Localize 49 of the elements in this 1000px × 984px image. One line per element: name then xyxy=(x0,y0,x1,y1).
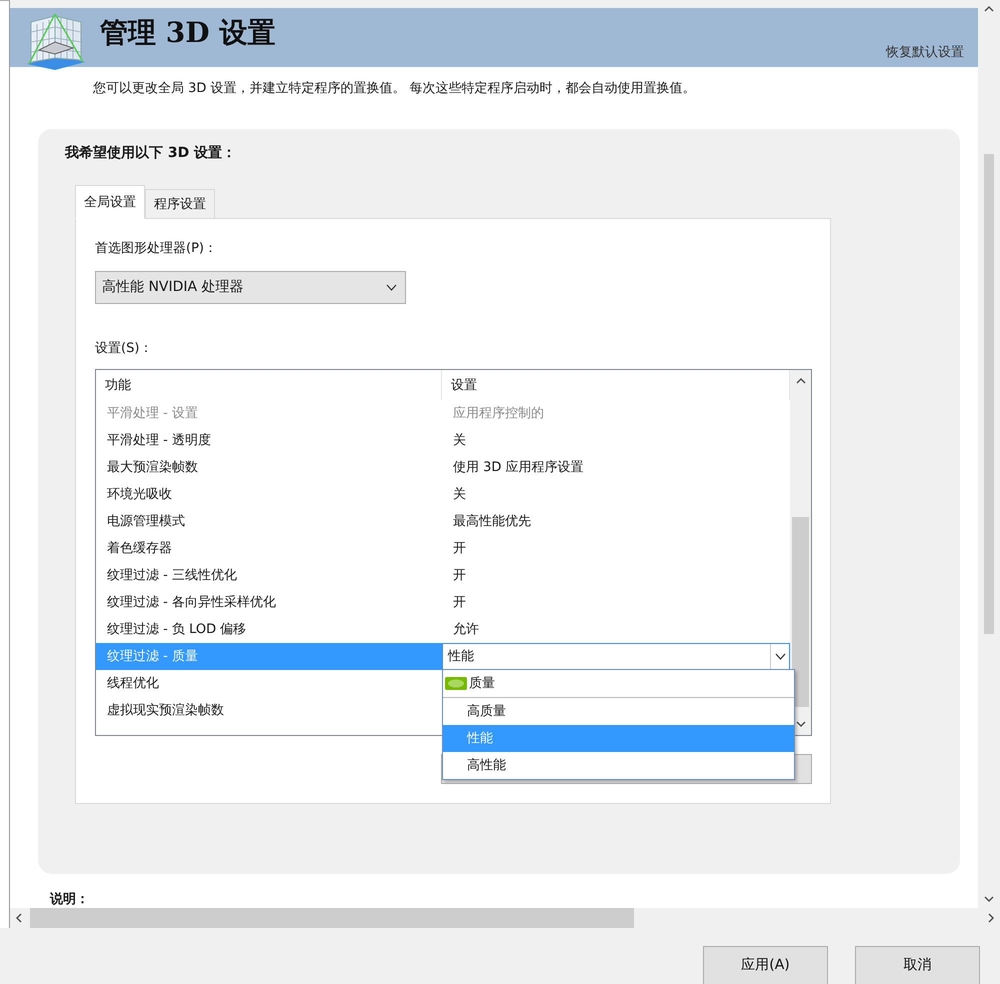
processor-select[interactable]: 高性能 NVIDIA 处理器 xyxy=(95,270,406,304)
tab[interactable]: 全局设置 xyxy=(75,184,145,219)
eye-logo-icon xyxy=(445,676,467,690)
settings-label: 设置(S)： xyxy=(95,340,154,357)
processor-label: 首选图形处理器(P)： xyxy=(95,240,218,257)
setting-cell-text: 最高性能优先 xyxy=(452,513,532,532)
feature-cell[interactable]: 纹理过滤 - 各向异性采样优化 xyxy=(96,588,442,616)
feature-cell[interactable]: 电源管理模式 xyxy=(96,508,442,535)
feature-cell[interactable]: 线程优化 xyxy=(96,670,442,697)
notes-label: 说明： xyxy=(50,891,90,908)
dropdown-option[interactable]: 高质量 xyxy=(443,698,794,725)
dialog-button[interactable]: 应用(A) xyxy=(703,946,828,984)
scroll-left-icon[interactable] xyxy=(14,913,24,923)
setting-cell-text: 允许 xyxy=(452,621,480,640)
setting-cell-text: 关 xyxy=(452,486,467,504)
scroll-up-icon[interactable] xyxy=(796,376,806,386)
scroll-down-icon[interactable] xyxy=(984,894,994,904)
caret-icon xyxy=(774,652,786,660)
caret-icon xyxy=(386,284,397,291)
restore-defaults-link[interactable]: 恢复默认设置 xyxy=(886,42,964,61)
dialog-button[interactable]: 取消 xyxy=(855,946,980,984)
scroll-down-icon[interactable] xyxy=(796,718,806,729)
card-heading: 我希望使用以下 3D 设置： xyxy=(65,144,238,162)
feature-cell[interactable]: 纹理过滤 - 三线性优化 xyxy=(96,562,442,589)
scroll-thumb[interactable] xyxy=(30,908,634,928)
cube-grid-icon xyxy=(25,12,87,72)
feature-cell[interactable]: 虚拟现实预渲染帧数 xyxy=(96,696,442,724)
dropdown-option[interactable]: 高性能 xyxy=(443,752,794,779)
feature-cell[interactable]: 纹理过滤 - 负 LOD 偏移 xyxy=(96,616,442,643)
scroll-thumb[interactable] xyxy=(792,517,809,708)
setting-cell-text: 开 xyxy=(452,567,467,586)
dropdown-option[interactable]: 质量 xyxy=(443,670,794,698)
setting-cell-text: 关 xyxy=(452,432,467,450)
scroll-right-icon[interactable] xyxy=(986,913,996,923)
setting-cell-text: 应用程序控制的 xyxy=(452,405,545,424)
feature-cell[interactable]: 环境光吸收 xyxy=(96,480,442,508)
feature-cell[interactable]: 平滑处理 - 透明度 xyxy=(96,426,442,454)
scroll-up-icon[interactable] xyxy=(984,4,994,14)
scroll-thumb[interactable] xyxy=(984,154,994,634)
feature-cell[interactable]: 最大预渲染帧数 xyxy=(96,454,442,481)
feature-cell[interactable]: 着色缓存器 xyxy=(96,534,442,562)
table-scrollbar[interactable] xyxy=(790,370,811,735)
description-text: 您可以更改全局 3D 设置，并建立特定程序的置换值。 每次这些特定程序启动时，都会自动使用置换值。 xyxy=(93,80,697,97)
column-header[interactable]: 功能 xyxy=(96,370,442,400)
page-title: 管理 3D 设置 xyxy=(100,15,276,51)
setting-cell-text: 使用 3D 应用程序设置 xyxy=(452,459,585,478)
tab[interactable]: 程序设置 xyxy=(145,188,215,219)
setting-cell-text: 开 xyxy=(452,594,467,612)
setting-cell-text: 开 xyxy=(452,540,467,558)
